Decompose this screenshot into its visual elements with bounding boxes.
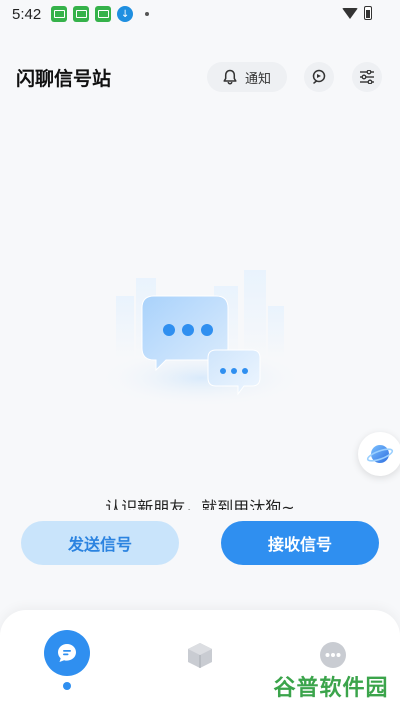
filter-button[interactable] bbox=[352, 62, 382, 92]
app-title: 闪聊信号站 bbox=[16, 69, 112, 90]
status-time: 5:42 bbox=[12, 5, 42, 23]
notify-label: 通知 bbox=[244, 71, 271, 87]
nav-item-cube[interactable] bbox=[175, 630, 225, 690]
send-signal-button[interactable]: 发送信号 bbox=[21, 521, 179, 565]
receive-signal-button[interactable]: 接收信号 bbox=[221, 521, 379, 565]
status-icons: ↓ bbox=[51, 6, 150, 22]
app-notification-icon bbox=[73, 6, 90, 22]
chat-bubbles-illustration bbox=[96, 270, 306, 408]
app-notification-icon bbox=[51, 6, 68, 22]
wifi-icon bbox=[342, 7, 358, 19]
notify-button[interactable]: 通知 bbox=[207, 62, 287, 92]
planet-icon bbox=[366, 445, 394, 463]
header: 闪聊信号站 通知 bbox=[0, 62, 400, 94]
battery-icon bbox=[364, 6, 372, 20]
nav-item-chat[interactable] bbox=[42, 630, 92, 690]
dot-icon bbox=[145, 12, 150, 16]
watermark-logo: 谷普软件园 bbox=[273, 675, 389, 700]
cube-icon bbox=[188, 643, 212, 668]
chat-icon bbox=[44, 630, 90, 676]
filter-icon bbox=[360, 70, 374, 84]
explore-icon bbox=[312, 69, 326, 84]
active-indicator bbox=[63, 682, 71, 690]
floating-planet-button[interactable] bbox=[358, 432, 400, 476]
app-notification-icon bbox=[95, 6, 112, 22]
explore-button[interactable] bbox=[304, 62, 334, 92]
bell-icon bbox=[223, 69, 237, 85]
download-icon: ↓ bbox=[117, 6, 134, 22]
empty-state-text: 认识新朋友，就到甲汰狗~ bbox=[105, 498, 295, 510]
status-right bbox=[342, 6, 372, 20]
status-bar: 5:42 ↓ bbox=[0, 0, 400, 28]
empty-state-illustration bbox=[96, 268, 306, 408]
